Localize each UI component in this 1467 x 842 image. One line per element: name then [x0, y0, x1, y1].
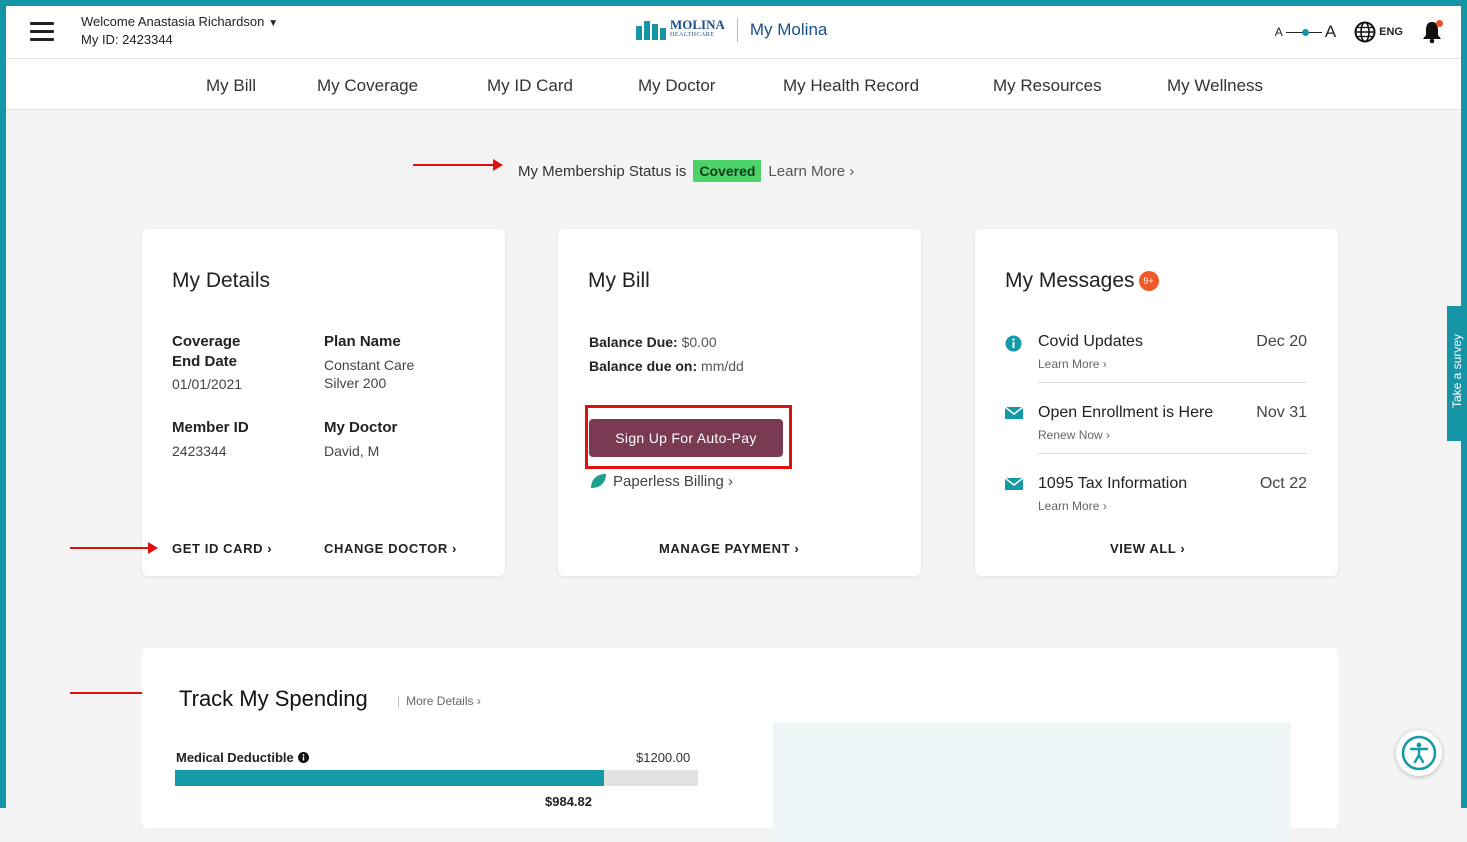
accessibility-button[interactable]: [1396, 730, 1442, 776]
balance-due-on-label: Balance due on:: [589, 358, 698, 374]
plan-name-label: Plan Name: [324, 333, 401, 350]
membership-status: My Membership Status is Covered Learn Mo…: [518, 160, 854, 182]
language-label: ENG: [1379, 26, 1403, 38]
nav-my-health-record[interactable]: My Health Record: [783, 76, 919, 96]
message-title[interactable]: 1095 Tax Information: [1038, 475, 1187, 493]
message-date: Dec 20: [1256, 333, 1307, 350]
language-selector[interactable]: ENG: [1354, 21, 1403, 43]
menu-icon[interactable]: [30, 22, 54, 41]
nav-my-id-card[interactable]: My ID Card: [487, 76, 573, 96]
take-survey-tab[interactable]: Take a survey: [1447, 306, 1467, 441]
envelope-icon: [1005, 477, 1023, 490]
annotation-arrow: [70, 542, 158, 554]
my-doctor-label: My Doctor: [324, 419, 398, 436]
main-nav: My Bill My Coverage My ID Card My Doctor…: [6, 58, 1461, 110]
coverage-end-date-label: Coverage End Date: [172, 333, 241, 370]
membership-learn-more-link[interactable]: Learn More ›: [768, 163, 854, 180]
spending-illustration: [773, 722, 1291, 842]
track-spending-card: Track My Spending | More Details › Medica…: [142, 648, 1338, 842]
change-doctor-link[interactable]: CHANGE DOCTOR ›: [324, 541, 457, 556]
paperless-billing-link[interactable]: Paperless Billing ›: [589, 472, 733, 490]
caret-down-icon[interactable]: ▼: [268, 18, 278, 29]
font-large-label: A: [1324, 22, 1337, 41]
top-bar: Welcome Anastasia Richardson ▼ My ID: 242…: [6, 6, 1461, 58]
nav-my-bill[interactable]: My Bill: [206, 76, 256, 96]
molina-people-icon: [636, 20, 666, 40]
my-details-title: My Details: [172, 269, 271, 292]
divider: [1038, 382, 1307, 383]
balance-due-label: Balance Due:: [589, 334, 678, 350]
message-date: Oct 22: [1259, 475, 1307, 492]
my-doctor-value: David, M: [324, 443, 380, 459]
info-icon[interactable]: [297, 752, 309, 763]
member-id-label: My ID: 2423344: [81, 32, 173, 47]
message-title[interactable]: Open Enrollment is Here: [1038, 404, 1213, 422]
paperless-billing-label[interactable]: Paperless Billing ›: [613, 473, 733, 490]
globe-icon: [1354, 21, 1376, 43]
annotation-arrow: [413, 159, 503, 171]
notification-bell[interactable]: [1421, 20, 1443, 44]
notification-dot: [1436, 20, 1443, 27]
header-controls: A A ENG: [1275, 20, 1443, 44]
welcome-text[interactable]: Welcome Anastasia Richardson: [81, 14, 264, 29]
deductible-label-row: Medical Deductible: [176, 750, 309, 765]
info-icon: [1005, 335, 1022, 352]
leaf-icon: [591, 474, 606, 488]
my-details-card: My Details Coverage End Date 01/01/2021 …: [142, 229, 505, 576]
nav-my-wellness[interactable]: My Wellness: [1167, 76, 1263, 96]
message-link[interactable]: Renew Now ›: [1038, 428, 1110, 442]
message-title[interactable]: Covid Updates: [1038, 333, 1143, 351]
coverage-end-date-value: 01/01/2021: [172, 376, 243, 392]
plan-name-value: Constant Care Silver 200: [324, 357, 415, 391]
get-id-card-link[interactable]: GET ID CARD ›: [172, 541, 272, 556]
message-link[interactable]: Learn More ›: [1038, 357, 1107, 371]
logo-divider: [736, 18, 738, 42]
track-spending-title: Track My Spending: [179, 686, 368, 711]
font-small-label: A: [1274, 25, 1283, 39]
site-name: My Molina: [749, 20, 828, 39]
my-bill-title: My Bill: [588, 269, 650, 292]
my-messages-title: My Messages 9+: [1005, 269, 1159, 293]
nav-my-coverage[interactable]: My Coverage: [317, 76, 418, 96]
more-details-link[interactable]: | More Details ›: [397, 694, 481, 708]
manage-payment-link[interactable]: MANAGE PAYMENT ›: [659, 541, 799, 556]
deductible-label: Medical Deductible: [176, 750, 294, 765]
sign-up-auto-pay-button[interactable]: Sign Up For Auto-Pay: [589, 419, 783, 457]
deductible-used: $984.82: [545, 794, 592, 809]
nav-my-doctor[interactable]: My Doctor: [638, 76, 715, 96]
balance-due-on-row: Balance due on: mm/dd: [589, 356, 744, 376]
font-size-slider[interactable]: A A: [1275, 22, 1336, 42]
deductible-total: $1200.00: [636, 750, 691, 765]
welcome-block[interactable]: Welcome Anastasia Richardson ▼ My ID: 242…: [81, 14, 278, 48]
envelope-icon: [1005, 406, 1023, 419]
divider: [1038, 453, 1307, 454]
my-bill-card: My Bill Balance Due: $0.00 Balance due o…: [558, 229, 921, 576]
membership-text: My Membership Status is: [518, 162, 687, 180]
deductible-progress-bar: [175, 770, 698, 786]
logo[interactable]: MOLINA HEALTHCARE My Molina: [636, 18, 827, 42]
member-id-value: 2423344: [172, 443, 227, 459]
balance-due-row: Balance Due: $0.00: [589, 332, 717, 352]
message-count-badge: 9+: [1138, 271, 1159, 292]
font-slider-track[interactable]: [1285, 28, 1322, 36]
nav-my-resources[interactable]: My Resources: [993, 76, 1102, 96]
member-id-label: Member ID: [172, 419, 249, 436]
deductible-progress-fill: [175, 770, 605, 786]
status-badge: Covered: [693, 160, 762, 182]
balance-due-on-value: mm/dd: [701, 358, 744, 374]
my-messages-card: My Messages 9+ Covid Updates Learn More ›…: [975, 229, 1338, 576]
logo-text: MOLINA HEALTHCARE: [670, 17, 725, 38]
accessibility-icon: [1401, 735, 1437, 771]
survey-label[interactable]: Take a survey: [1450, 313, 1464, 429]
message-link[interactable]: Learn More ›: [1038, 499, 1107, 513]
message-date: Nov 31: [1256, 404, 1307, 421]
view-all-messages-link[interactable]: VIEW ALL ›: [1110, 541, 1185, 556]
balance-due-value: $0.00: [681, 334, 717, 350]
